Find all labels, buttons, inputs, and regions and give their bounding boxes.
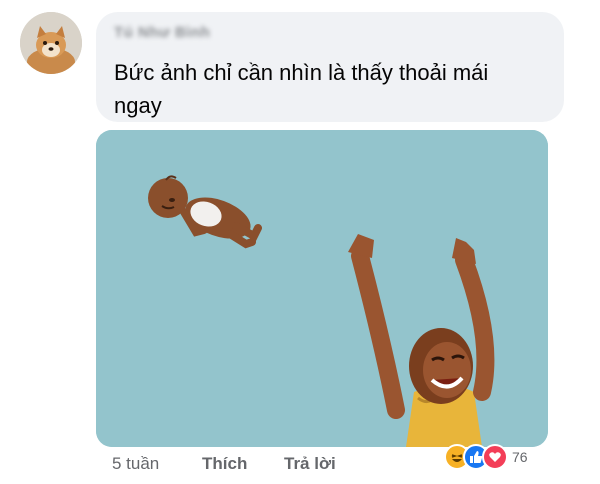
reaction-summary[interactable]: 76 xyxy=(444,444,528,470)
reply-link[interactable]: Trả lời xyxy=(284,454,336,474)
comment-author[interactable]: Tú Như Bình xyxy=(114,24,210,46)
dog-avatar-icon xyxy=(20,12,82,74)
love-icon xyxy=(482,444,508,470)
avatar[interactable] xyxy=(20,12,82,74)
comment-text: Bức ảnh chỉ cần nhìn là thấy thoải mái n… xyxy=(114,60,489,118)
comment-bubble: Tú Như Bình Bức ảnh chỉ cần nhìn là thấy… xyxy=(96,12,564,122)
comment-image[interactable] xyxy=(96,130,548,447)
reaction-count: 76 xyxy=(512,449,528,465)
comment-timestamp[interactable]: 5 tuần xyxy=(112,454,159,474)
meme-illustration xyxy=(96,130,548,447)
like-link[interactable]: Thích xyxy=(202,454,247,474)
